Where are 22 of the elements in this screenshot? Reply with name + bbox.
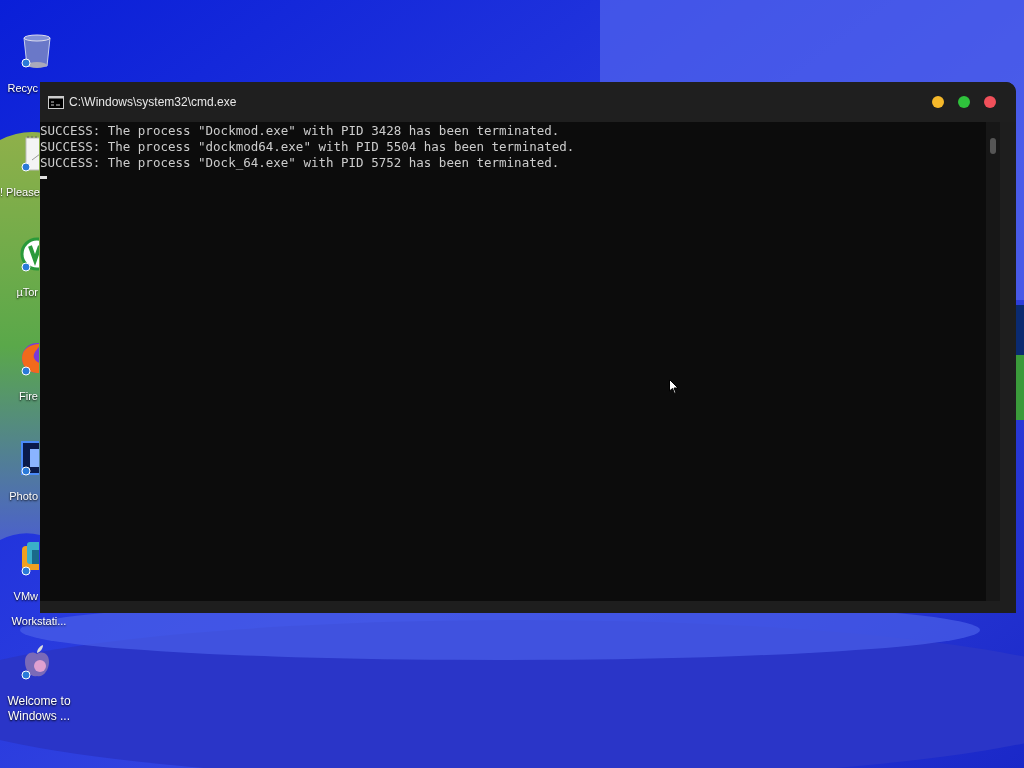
icon-label: Recyc bbox=[6, 82, 38, 95]
icon-label: Fire bbox=[18, 390, 38, 403]
window-control-button[interactable] bbox=[932, 96, 944, 108]
icon-label: µTor bbox=[15, 286, 38, 299]
notepad-icon[interactable] bbox=[20, 136, 39, 172]
text-cursor bbox=[40, 176, 47, 179]
icon-label: VMw bbox=[12, 590, 38, 603]
console-line: SUCCESS: The process "Dockmod.exe" with PID 3428 has been terminated. bbox=[40, 123, 561, 139]
console-line: SUCCESS: The process "dockmod64.exe" with PID 5504 has been terminated. bbox=[40, 139, 576, 155]
scroll-thumb[interactable] bbox=[990, 138, 996, 154]
icon-label: Photo bbox=[8, 490, 38, 503]
scrollbar[interactable] bbox=[986, 122, 1000, 601]
icon-label: ! Please bbox=[0, 186, 38, 199]
mouse-pointer-icon bbox=[669, 379, 679, 395]
console-line: SUCCESS: The process "Dock_64.exe" with PID 5752 has been terminated. bbox=[40, 155, 561, 171]
photo-editor-icon[interactable] bbox=[20, 440, 39, 476]
window-control-button[interactable] bbox=[984, 96, 996, 108]
icon-label: Welcome to Windows ... bbox=[6, 694, 72, 724]
icon-label: Workstati... bbox=[10, 615, 68, 628]
window-title: C:\Windows\system32\cmd.exe bbox=[69, 94, 237, 111]
window-control-button[interactable] bbox=[958, 96, 970, 108]
console-icon bbox=[48, 95, 64, 109]
